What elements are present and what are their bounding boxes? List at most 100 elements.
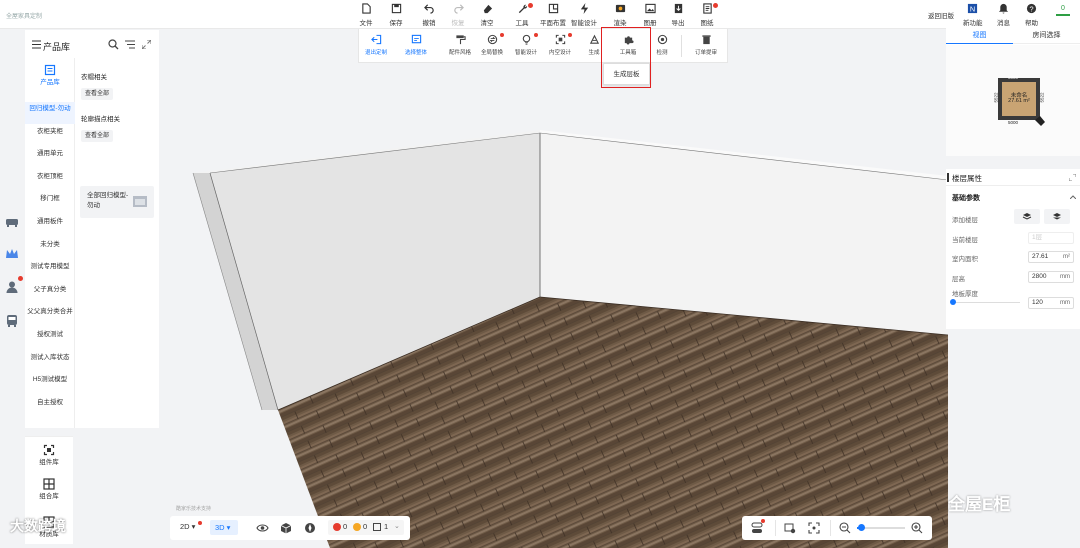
select-all-button[interactable]: 选择整体: [399, 34, 433, 56]
redo-icon: [453, 4, 464, 14]
zoom-slider-handle[interactable]: [858, 524, 865, 531]
help-button[interactable]: ? 帮助: [1025, 3, 1038, 27]
category-item[interactable]: H5测试模型: [25, 373, 75, 395]
zoom-in-icon[interactable]: [911, 522, 923, 534]
chevron-up-icon[interactable]: [1070, 195, 1076, 199]
category-item[interactable]: 授权测试: [25, 328, 75, 340]
order-review-button[interactable]: 订单提审: [687, 34, 725, 56]
redo-button[interactable]: 恢复: [445, 3, 471, 27]
expand-icon[interactable]: [142, 40, 151, 49]
category-item[interactable]: 父子真分类: [25, 283, 75, 295]
model-card[interactable]: 全部回归模型-勿动: [80, 186, 154, 218]
render-button[interactable]: 渲染: [607, 3, 633, 27]
components-tab[interactable]: 组件库: [25, 444, 73, 466]
slab-thickness-slider[interactable]: [952, 302, 1020, 303]
category-item[interactable]: 父父真分类合并: [25, 305, 75, 327]
new-features-button[interactable]: N 新功能: [963, 3, 983, 27]
issue-counters[interactable]: 0 0 1 ⌄: [328, 520, 404, 535]
exit-custom-button[interactable]: 退出定制: [359, 34, 393, 56]
category-item[interactable]: 测试入库状态: [25, 351, 75, 373]
counter-badge[interactable]: 0: [1056, 5, 1070, 19]
add-floor-above-button[interactable]: [1014, 209, 1040, 224]
mini-map-dim-bottom: 5000: [1008, 120, 1019, 125]
category-item[interactable]: 通用单元: [25, 147, 75, 159]
export-button[interactable]: 导出: [665, 3, 691, 27]
user-icon[interactable]: [5, 280, 19, 294]
select-box-icon: [411, 34, 421, 44]
undo-button[interactable]: 撤销: [416, 3, 442, 27]
back-old-version-link[interactable]: 返回旧版: [928, 10, 954, 20]
collapse-icon[interactable]: [1069, 174, 1076, 181]
replace-all-button[interactable]: 全局替换: [475, 33, 509, 56]
interior-design-button[interactable]: 内空设计: [543, 33, 577, 56]
save-button[interactable]: 保存: [383, 3, 409, 27]
screen-settings-icon[interactable]: [784, 522, 796, 534]
eye-icon[interactable]: [256, 523, 269, 533]
watermark-right: 全屋E柜: [948, 495, 1011, 514]
add-floor-below-button[interactable]: [1044, 209, 1070, 224]
check-label: 检测: [656, 50, 668, 56]
slab-thickness-slider-handle[interactable]: [950, 299, 956, 305]
mini-map[interactable]: 未命名 27.61 m² 5000 5000 5522 5522: [946, 45, 1080, 156]
bus-icon[interactable]: [5, 314, 19, 328]
search-icon[interactable]: [108, 39, 119, 50]
style-paint-button[interactable]: 配件风格: [443, 34, 477, 56]
compass-icon[interactable]: [304, 522, 316, 534]
cube-icon[interactable]: [280, 522, 292, 534]
category-item[interactable]: 通用板件: [25, 215, 75, 227]
product-library-tab[interactable]: 产品库: [25, 64, 75, 86]
render-label: 渲染: [613, 20, 627, 27]
interior-design-label: 内空设计: [548, 50, 571, 56]
zoom-bar: [742, 516, 932, 540]
view-3d-button[interactable]: 3D ▾: [210, 520, 238, 535]
smart-design-sub-button[interactable]: 智能设计: [509, 33, 543, 56]
floor-height-input[interactable]: 2800 mm: [1028, 271, 1074, 283]
view-2d-button[interactable]: 2D ▾: [180, 522, 195, 531]
gallery-button[interactable]: 图册: [637, 3, 663, 27]
category-item[interactable]: 回归模型-勿动: [25, 102, 75, 124]
view-2d-label: 2D: [180, 522, 190, 531]
generate-label: 生成: [588, 50, 600, 56]
indoor-area-input[interactable]: 27.61 m²: [1028, 251, 1074, 263]
tools-button[interactable]: 工具: [509, 3, 535, 27]
crown-icon[interactable]: [5, 248, 19, 260]
section-title-wardrobe: 衣帽相关: [81, 74, 107, 81]
undo-icon: [423, 4, 434, 14]
floorplan-button[interactable]: 平面布置: [538, 3, 568, 27]
combos-tab[interactable]: 组合库: [25, 478, 73, 500]
fit-screen-icon[interactable]: [808, 522, 820, 534]
sofa-icon[interactable]: [5, 216, 19, 228]
new-badge-icon: N: [968, 3, 978, 13]
slab-thickness-unit: mm: [1060, 300, 1070, 306]
counter-value: 0: [1061, 5, 1065, 12]
filter-icon[interactable]: [125, 40, 135, 49]
toggle-icon[interactable]: [751, 522, 763, 534]
3d-viewport[interactable]: [0, 0, 1080, 548]
room-scene[interactable]: [0, 0, 1080, 548]
category-item[interactable]: 自主授权: [25, 396, 75, 408]
file-button[interactable]: 文件: [353, 3, 379, 27]
view-all-wardrobe-button[interactable]: 查看全部: [81, 88, 114, 100]
tab-room-select[interactable]: 房间选择: [1013, 28, 1080, 44]
category-item[interactable]: 未分类: [25, 238, 75, 250]
camera-icon: [615, 4, 625, 13]
paint-roller-icon: [455, 35, 466, 45]
tab-view[interactable]: 视图: [946, 28, 1013, 44]
style-paint-label: 配件风格: [448, 50, 471, 56]
camera-pointer-icon[interactable]: [1034, 115, 1046, 127]
category-item[interactable]: 衣柜夹柜: [25, 125, 75, 137]
drawings-button[interactable]: 图纸: [694, 3, 720, 27]
clear-button[interactable]: 清空: [474, 3, 500, 27]
category-item[interactable]: 衣柜顶柜: [25, 170, 75, 182]
category-item[interactable]: 测试专用模型: [25, 260, 75, 282]
smart-design-label: 智能设计: [571, 20, 597, 27]
current-floor-select[interactable]: 1层: [1028, 232, 1074, 244]
category-item[interactable]: 移门框: [25, 192, 75, 204]
zoom-out-icon[interactable]: [839, 522, 851, 534]
messages-button[interactable]: 消息: [997, 3, 1010, 27]
slab-thickness-input[interactable]: 120 mm: [1028, 297, 1074, 309]
smart-design-button[interactable]: 智能设计: [569, 3, 599, 27]
view-3d-label: 3D: [215, 523, 225, 532]
interior-notification-dot: [568, 33, 572, 37]
view-all-contour-button[interactable]: 查看全部: [81, 130, 114, 142]
